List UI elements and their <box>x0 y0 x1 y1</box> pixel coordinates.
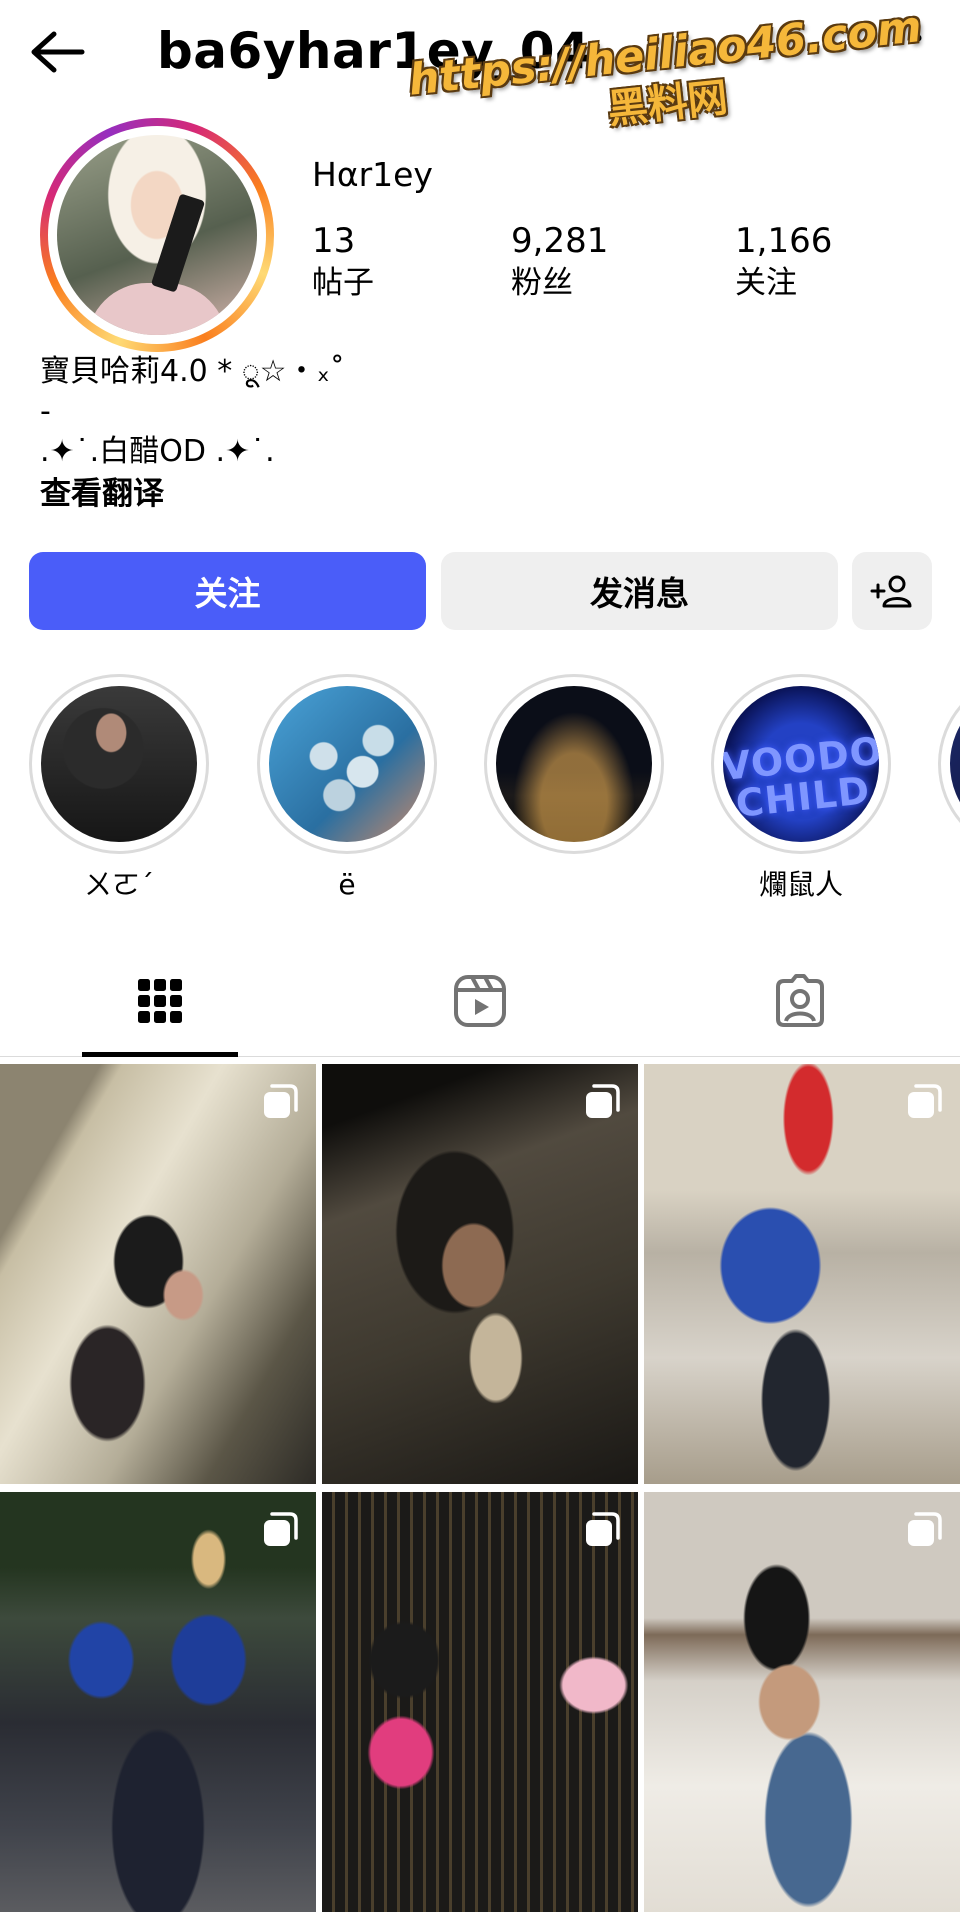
posts-count: 13 <box>312 221 356 261</box>
post-thumbnail[interactable] <box>644 1492 960 1912</box>
highlight-item[interactable] <box>938 674 960 902</box>
highlight-cover-image <box>496 686 652 842</box>
highlight-cover-image: VOODOO CHILD <box>723 686 879 842</box>
see-translation-link[interactable]: 查看翻译 <box>40 474 345 514</box>
highlight-ring <box>484 674 664 854</box>
post-thumbnail[interactable] <box>322 1064 638 1484</box>
highlight-label: 爛鼠人 <box>758 868 843 901</box>
add-person-icon <box>870 575 912 608</box>
profile-bio: 寶貝哈莉4.0 * ू☆・ₓ˚ - .✦˙.白醋OD .✦˙. 查看翻译 <box>40 352 345 514</box>
post-thumbnail[interactable] <box>0 1064 316 1484</box>
avatar-prop-shape <box>150 193 206 293</box>
bio-line-1: 寶貝哈莉4.0 * ू☆・ₓ˚ <box>40 354 345 389</box>
highlight-ring <box>938 674 960 854</box>
posts-grid <box>0 1064 960 1914</box>
display-name: H⍺r1ey <box>312 155 433 194</box>
avatar-frame <box>48 126 266 344</box>
carousel-icon <box>586 1084 620 1118</box>
highlight-ring: VOODOO CHILD <box>711 674 891 854</box>
grid-icon <box>138 979 182 1023</box>
highlight-ring <box>257 674 437 854</box>
following-stat[interactable]: 1,166 关注 <box>735 220 832 304</box>
posts-label: 帖子 <box>312 265 374 301</box>
tab-tagged[interactable] <box>640 945 960 1057</box>
follow-button[interactable]: 关注 <box>29 552 426 630</box>
followers-stat[interactable]: 9,281 粉丝 <box>511 220 608 304</box>
profile-avatar[interactable] <box>40 118 274 352</box>
post-thumbnail[interactable] <box>322 1492 638 1912</box>
highlight-cover-image <box>41 686 197 842</box>
followers-count: 9,281 <box>511 221 609 261</box>
highlight-label <box>938 868 960 902</box>
back-arrow-icon[interactable] <box>28 22 88 82</box>
followers-label: 粉丝 <box>511 265 573 301</box>
post-thumbnail[interactable] <box>644 1064 960 1484</box>
more-options-icon[interactable] <box>898 30 938 70</box>
profile-tabs <box>0 945 960 1057</box>
reels-icon <box>454 975 506 1027</box>
carousel-icon <box>908 1512 942 1546</box>
highlight-cover-image <box>269 686 425 842</box>
profile-username: ba6yhar1ey_04 <box>157 22 591 80</box>
tagged-person-icon <box>776 974 824 1027</box>
bio-line-3: .✦˙.白醋OD .✦˙. <box>40 434 275 469</box>
carousel-icon <box>264 1512 298 1546</box>
story-highlights: ㄨㄛˊ ë VOODOO CHILD 爛鼠人 <box>0 674 960 904</box>
avatar-image <box>57 135 257 335</box>
highlight-cover-image <box>950 686 960 842</box>
suggested-users-button[interactable] <box>852 552 932 630</box>
posts-stat[interactable]: 13 帖子 <box>312 220 374 304</box>
tab-posts-grid[interactable] <box>0 945 320 1057</box>
active-tab-indicator <box>82 1052 238 1057</box>
following-count: 1,166 <box>735 221 833 261</box>
following-label: 关注 <box>735 265 797 301</box>
highlight-item[interactable]: ㄨㄛˊ <box>29 674 209 902</box>
carousel-icon <box>264 1084 298 1118</box>
bio-line-2: - <box>40 394 51 429</box>
avatar-shirt-shape <box>87 283 227 335</box>
post-thumbnail[interactable] <box>0 1492 316 1912</box>
tab-reels[interactable] <box>320 945 640 1057</box>
profile-header: ba6yhar1ey_04 <box>0 0 960 105</box>
highlight-label: ㄨㄛˊ <box>83 868 154 901</box>
highlight-cover-text: VOODOO CHILD <box>723 724 879 826</box>
highlight-item[interactable]: VOODOO CHILD 爛鼠人 <box>711 674 891 902</box>
highlight-label <box>484 868 664 902</box>
message-button[interactable]: 发消息 <box>441 552 838 630</box>
highlight-ring <box>29 674 209 854</box>
carousel-icon <box>908 1084 942 1118</box>
highlight-item[interactable] <box>484 674 664 902</box>
carousel-icon <box>586 1512 620 1546</box>
highlight-item[interactable]: ë <box>257 674 437 902</box>
highlight-label: ë <box>338 868 356 901</box>
